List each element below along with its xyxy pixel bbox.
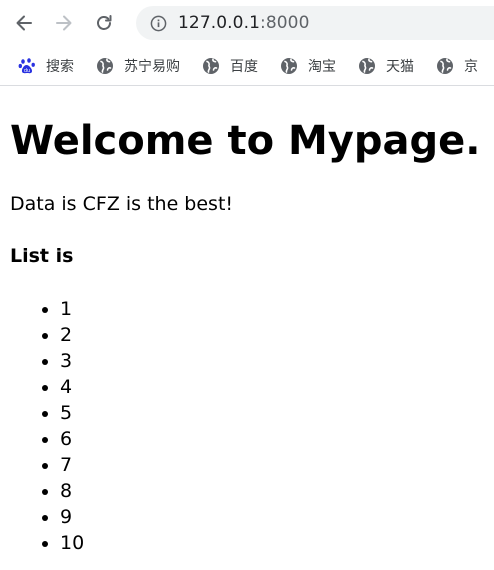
- list-item: 3: [60, 348, 494, 374]
- list-item: 9: [60, 504, 494, 530]
- list-item: 10: [60, 530, 494, 556]
- globe-icon: [436, 57, 454, 75]
- list-item: 5: [60, 400, 494, 426]
- url-host: 127.0.0.1: [178, 13, 261, 33]
- globe-icon: [280, 57, 298, 75]
- list-item: 4: [60, 374, 494, 400]
- page-title: Welcome to Mypage.: [10, 118, 481, 164]
- page-content: Welcome to Mypage. Data is CFZ is the be…: [0, 118, 494, 556]
- bookmark-label: 天猫: [386, 58, 414, 75]
- bookmark-label: 百度: [230, 58, 258, 75]
- bookmarks-bar: du 搜索 苏宁易购 百度 淘宝 天猫 京: [0, 46, 494, 86]
- baidu-paw-icon: du: [18, 57, 36, 75]
- list-item: 1: [60, 296, 494, 322]
- info-icon[interactable]: [148, 13, 168, 33]
- bookmark-taobao[interactable]: 淘宝: [280, 56, 336, 76]
- url-port: :8000: [260, 13, 310, 33]
- number-list: 1 2 3 4 5 6 7 8 9 10: [10, 296, 494, 556]
- bookmark-label: 京: [464, 58, 478, 75]
- list-item: 2: [60, 322, 494, 348]
- svg-text:du: du: [24, 68, 30, 74]
- list-title: List is: [10, 245, 74, 267]
- forward-arrow-icon[interactable]: [50, 9, 78, 37]
- globe-icon: [202, 57, 220, 75]
- address-bar[interactable]: 127.0.0.1:8000: [136, 6, 494, 40]
- reload-icon[interactable]: [90, 9, 118, 37]
- bookmark-suning[interactable]: 苏宁易购: [96, 56, 180, 76]
- bookmark-label: 淘宝: [308, 58, 336, 75]
- bookmark-search[interactable]: du 搜索: [18, 56, 74, 76]
- bookmark-jd[interactable]: 京: [436, 56, 478, 76]
- globe-icon: [96, 57, 114, 75]
- bookmark-label: 苏宁易购: [124, 58, 180, 75]
- globe-icon: [358, 57, 376, 75]
- bookmark-tmall[interactable]: 天猫: [358, 56, 414, 76]
- bookmark-label: 搜索: [46, 58, 74, 75]
- back-arrow-icon[interactable]: [10, 9, 38, 37]
- bookmark-baidu[interactable]: 百度: [202, 56, 258, 76]
- list-item: 7: [60, 452, 494, 478]
- browser-toolbar: 127.0.0.1:8000: [0, 0, 494, 46]
- data-text: Data is CFZ is the best!: [10, 193, 234, 215]
- list-item: 6: [60, 426, 494, 452]
- url-text: 127.0.0.1:8000: [178, 13, 310, 33]
- list-item: 8: [60, 478, 494, 504]
